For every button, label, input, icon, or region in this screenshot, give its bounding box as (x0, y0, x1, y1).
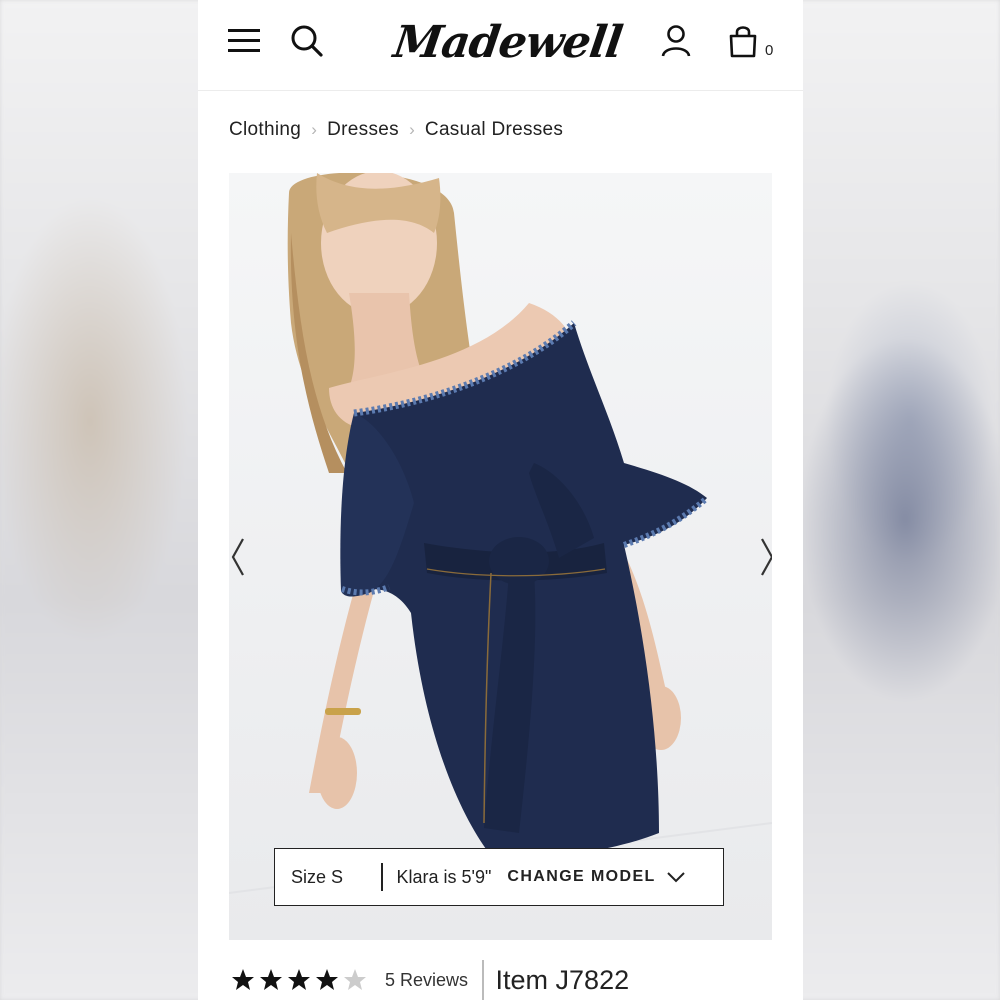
product-rating-row: 5 Reviews Item J7822 (229, 958, 629, 1000)
breadcrumb-dresses[interactable]: Dresses (327, 119, 399, 141)
change-model-button[interactable]: CHANGE MODEL (507, 868, 685, 886)
divider (381, 863, 383, 891)
star-filled-icon (232, 969, 254, 990)
chevron-down-icon (667, 872, 685, 883)
breadcrumb-separator: › (409, 120, 415, 139)
chevron-right-icon[interactable] (756, 535, 772, 579)
shopping-bag-icon[interactable] (728, 24, 758, 58)
model-size: Size S (291, 866, 344, 887)
product-image-gallery[interactable] (229, 173, 772, 940)
model-info-bar: Size S Klara is 5'9" CHANGE MODEL (274, 848, 724, 906)
account-icon[interactable] (660, 24, 692, 58)
brand-logo[interactable]: Madewell (390, 16, 624, 70)
breadcrumb: Clothing › Dresses › Casual Dresses (229, 117, 563, 143)
search-icon[interactable] (290, 24, 324, 58)
breadcrumb-clothing[interactable]: Clothing (229, 119, 301, 141)
cart-count: 0 (765, 42, 774, 59)
star-filled-icon (260, 969, 282, 990)
star-filled-icon (288, 969, 310, 990)
item-number: Item J7822 (495, 964, 630, 995)
menu-icon[interactable] (228, 26, 262, 56)
site-header: Madewell 0 (198, 0, 803, 91)
product-photo (229, 173, 772, 894)
breadcrumb-separator: › (311, 120, 317, 139)
star-filled-icon (316, 969, 338, 990)
change-model-label: CHANGE MODEL (507, 868, 656, 885)
star-rating[interactable] (229, 968, 369, 992)
model-height: Klara is 5'9" (396, 866, 492, 887)
divider (482, 960, 484, 1000)
breadcrumb-casual-dresses[interactable]: Casual Dresses (425, 119, 563, 141)
star-empty-icon (344, 969, 366, 990)
chevron-left-icon[interactable] (229, 535, 249, 579)
mobile-page: Madewell 0 Clothing › Dresses › Casual D… (198, 0, 803, 1000)
reviews-link[interactable]: 5 Reviews (385, 970, 468, 991)
